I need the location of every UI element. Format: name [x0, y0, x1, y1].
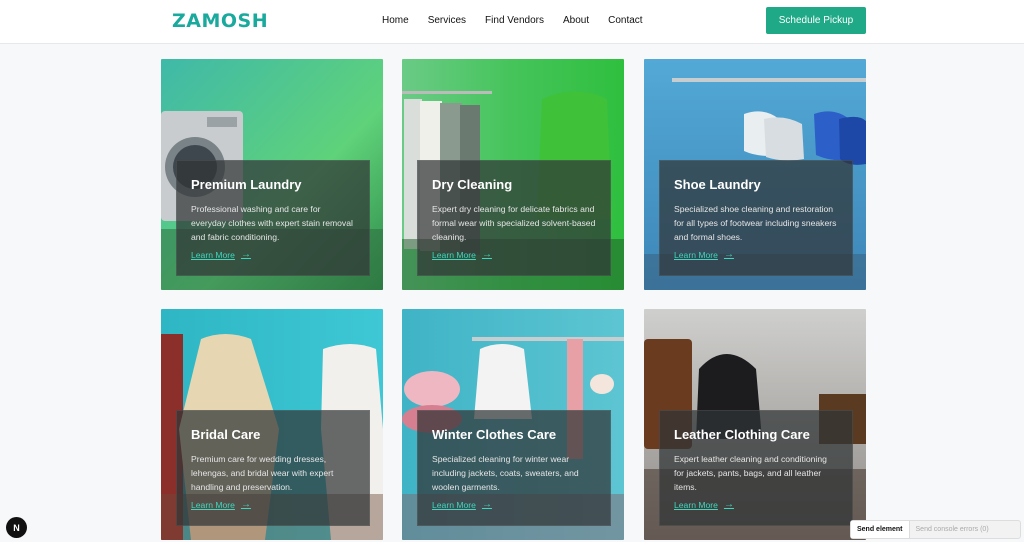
learn-more-label: Learn More — [191, 499, 235, 510]
logo-text: ZAMOSH — [172, 10, 269, 32]
arrow-right-icon: → — [240, 499, 251, 510]
arrow-right-icon: → — [481, 249, 492, 260]
nav-services[interactable]: Services — [428, 15, 466, 26]
learn-more-link[interactable]: Learn More → — [432, 499, 492, 510]
card-title: Dry Cleaning — [432, 177, 513, 192]
card-title: Shoe Laundry — [674, 177, 761, 192]
arrow-right-icon: → — [723, 499, 734, 510]
card-description: Specialized shoe cleaning and restoratio… — [674, 204, 837, 242]
nextjs-dev-badge[interactable]: N — [6, 517, 27, 538]
learn-more-label: Learn More — [674, 249, 718, 260]
card-overlay: Shoe Laundry Specialized shoe cleaning a… — [659, 160, 853, 276]
service-card-shoe-laundry[interactable]: Shoe Laundry Specialized shoe cleaning a… — [644, 59, 866, 290]
learn-more-label: Learn More — [432, 249, 476, 260]
learn-more-link[interactable]: Learn More → — [432, 249, 492, 260]
arrow-right-icon: → — [240, 249, 251, 260]
learn-more-link[interactable]: Learn More → — [191, 499, 251, 510]
card-overlay: Leather Clothing Care Expert leather cle… — [659, 410, 853, 526]
devtools-toolbar: Send element Send console errors (0) — [850, 520, 1021, 539]
send-element-label: Send element — [857, 526, 903, 533]
learn-more-label: Learn More — [191, 249, 235, 260]
learn-more-label: Learn More — [674, 499, 718, 510]
send-element-button[interactable]: Send element — [851, 521, 910, 538]
card-overlay: Premium Laundry Professional washing and… — [176, 160, 370, 276]
card-title: Bridal Care — [191, 427, 261, 442]
card-description: Expert dry cleaning for delicate fabrics… — [432, 204, 596, 242]
send-console-errors-button[interactable]: Send console errors (0) — [910, 526, 989, 533]
card-overlay: Bridal Care Premium care for wedding dre… — [176, 410, 370, 526]
service-card-winter-clothes-care[interactable]: Winter Clothes Care Specialized cleaning… — [402, 309, 624, 540]
card-description: Premium care for wedding dresses, leheng… — [191, 454, 334, 492]
arrow-right-icon: → — [481, 499, 492, 510]
nav-find-vendors[interactable]: Find Vendors — [485, 15, 544, 26]
nav-home[interactable]: Home — [382, 15, 409, 26]
learn-more-link[interactable]: Learn More → — [674, 499, 734, 510]
site-header: ZAMOSH Home Services Find Vendors About … — [0, 0, 1024, 44]
card-overlay: Dry Cleaning Expert dry cleaning for del… — [417, 160, 611, 276]
learn-more-label: Learn More — [432, 499, 476, 510]
card-description: Specialized cleaning for winter wear inc… — [432, 454, 579, 492]
card-title: Premium Laundry — [191, 177, 302, 192]
card-overlay: Winter Clothes Care Specialized cleaning… — [417, 410, 611, 526]
learn-more-link[interactable]: Learn More → — [674, 249, 734, 260]
service-card-bridal-care[interactable]: Bridal Care Premium care for wedding dre… — [161, 309, 383, 540]
card-description: Expert leather cleaning and conditioning… — [674, 454, 827, 492]
service-card-premium-laundry[interactable]: Premium Laundry Professional washing and… — [161, 59, 383, 290]
logo[interactable]: ZAMOSH — [172, 10, 268, 32]
schedule-pickup-button[interactable]: Schedule Pickup — [766, 7, 866, 34]
service-card-leather-clothing-care[interactable]: Leather Clothing Care Expert leather cle… — [644, 309, 866, 540]
service-card-dry-cleaning[interactable]: Dry Cleaning Expert dry cleaning for del… — [402, 59, 624, 290]
arrow-right-icon: → — [723, 249, 734, 260]
nav-contact[interactable]: Contact — [608, 15, 642, 26]
main-nav: Home Services Find Vendors About Contact — [382, 15, 662, 26]
nav-about[interactable]: About — [563, 15, 589, 26]
card-title: Winter Clothes Care — [432, 427, 557, 442]
card-description: Professional washing and care for everyd… — [191, 204, 353, 242]
learn-more-link[interactable]: Learn More → — [191, 249, 251, 260]
card-title: Leather Clothing Care — [674, 427, 810, 442]
